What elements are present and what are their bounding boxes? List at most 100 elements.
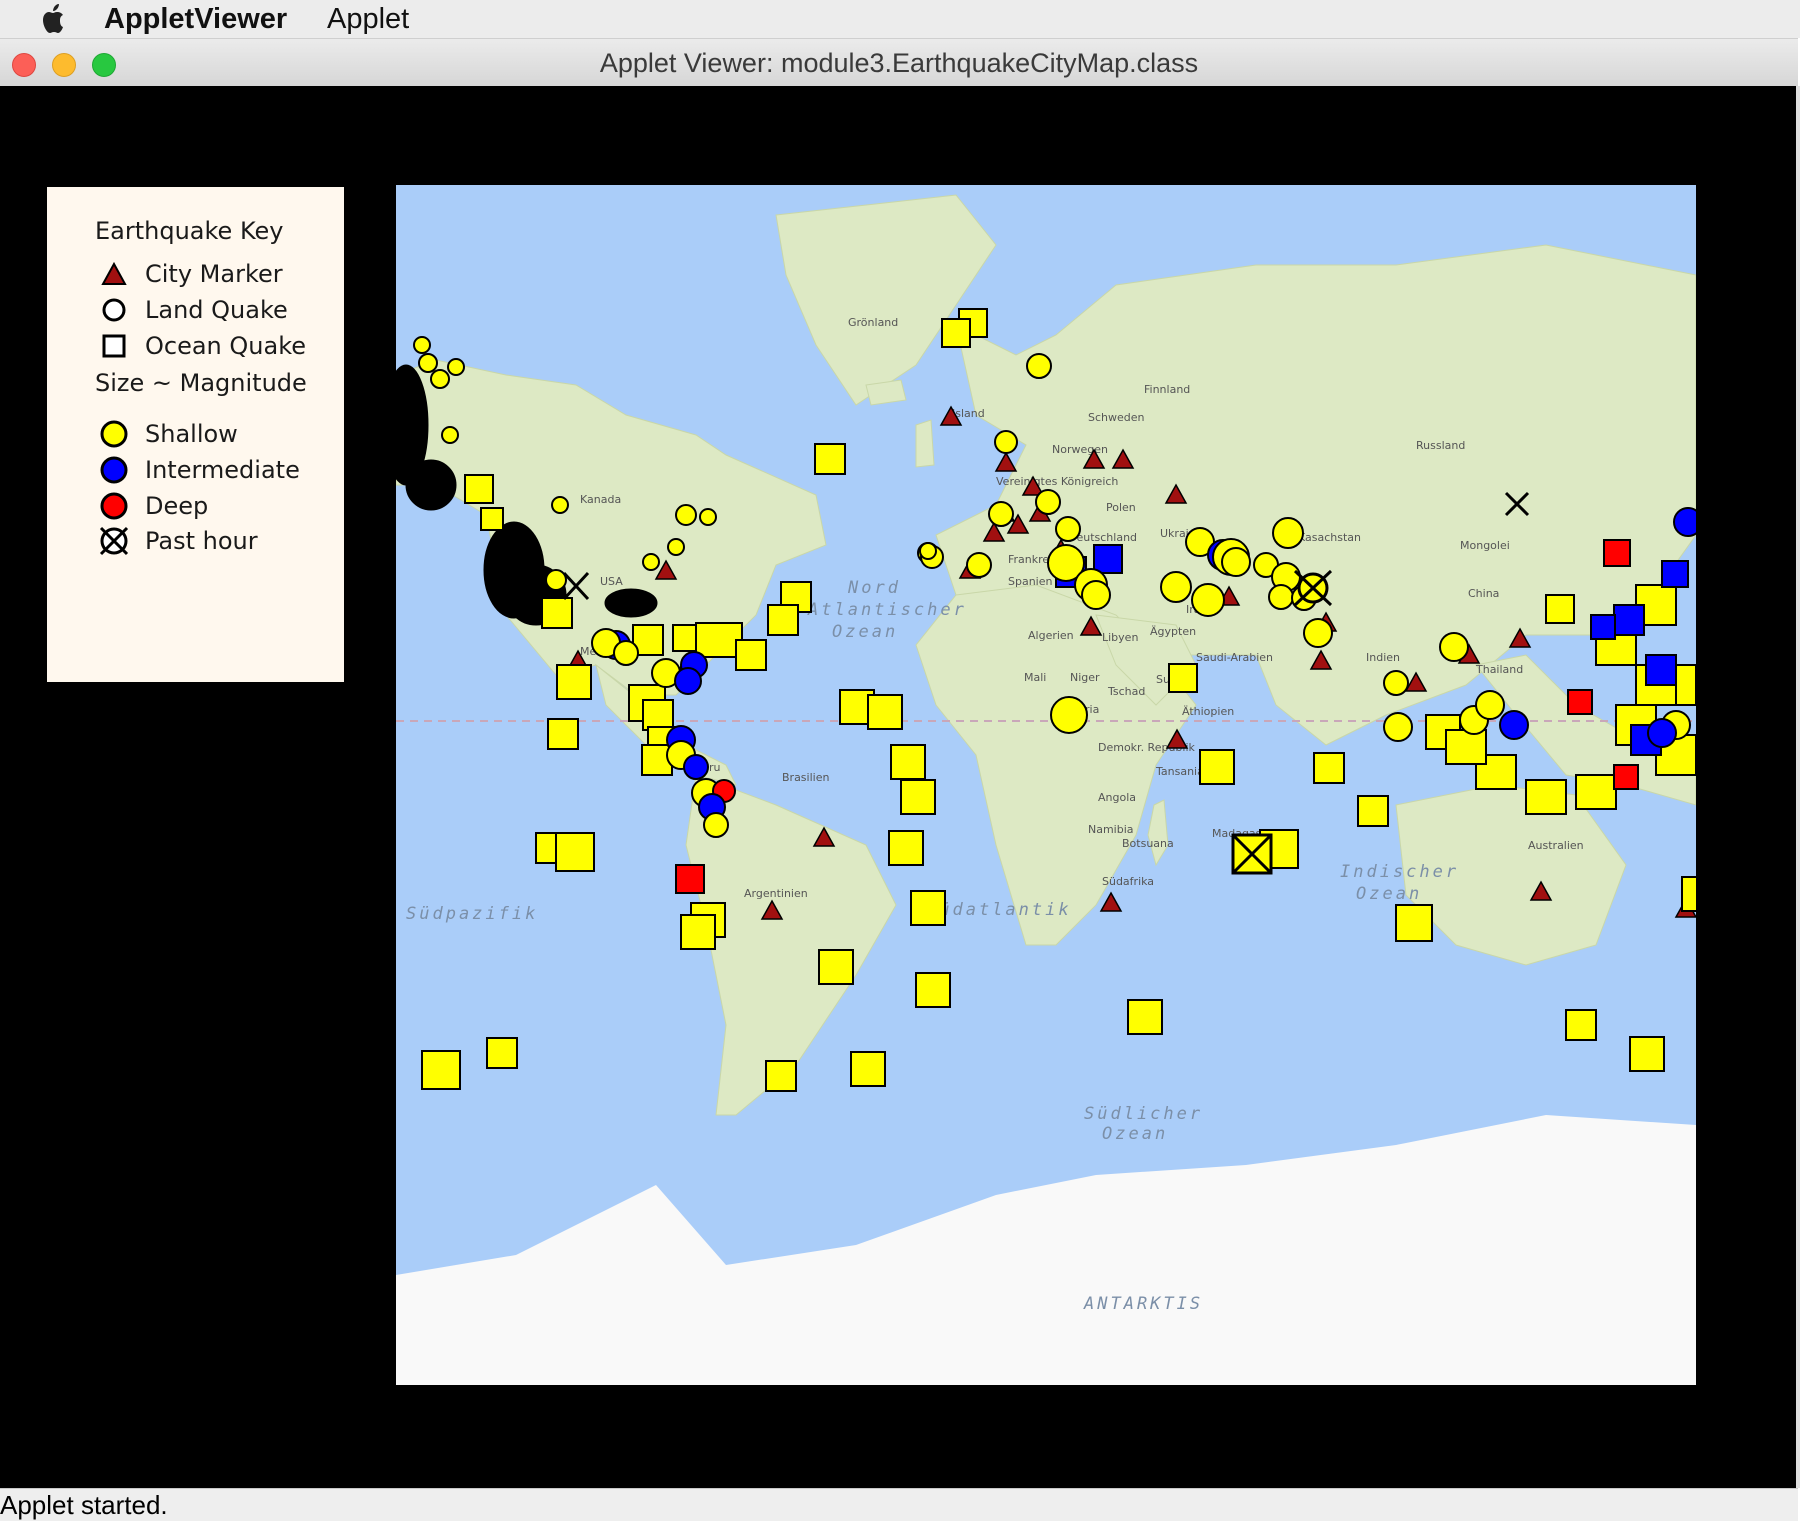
land-quake[interactable] bbox=[441, 426, 459, 444]
label-uk: Vereinigtes Königreich bbox=[996, 475, 1118, 488]
label-namibia: Namibia bbox=[1088, 823, 1134, 836]
ocean-quake[interactable] bbox=[900, 779, 936, 815]
ocean-quake[interactable] bbox=[1127, 999, 1163, 1035]
ocean-quake[interactable] bbox=[464, 474, 494, 504]
ocean-quake[interactable] bbox=[1567, 689, 1593, 715]
ocean-quake[interactable] bbox=[1629, 1036, 1665, 1072]
land-quake[interactable] bbox=[1055, 516, 1081, 542]
ocean-quake[interactable] bbox=[941, 318, 971, 348]
ocean-quake[interactable] bbox=[486, 1037, 518, 1069]
apple-logo-icon[interactable] bbox=[38, 2, 70, 36]
ocean-quake[interactable] bbox=[867, 694, 903, 730]
ocean-quake[interactable] bbox=[680, 914, 716, 950]
land-quake[interactable] bbox=[1035, 489, 1061, 515]
ocean-quake[interactable] bbox=[850, 1051, 886, 1087]
ocean-quake[interactable] bbox=[642, 699, 674, 731]
land-quake[interactable] bbox=[642, 553, 660, 571]
ocean-quake[interactable] bbox=[1525, 779, 1567, 815]
land-quake[interactable] bbox=[1439, 632, 1469, 662]
ocean-quake[interactable] bbox=[1313, 752, 1345, 784]
land-quake[interactable] bbox=[1026, 353, 1052, 379]
ocean-quake[interactable] bbox=[1575, 774, 1617, 810]
iceland-land bbox=[865, 379, 907, 406]
past-hour-marker[interactable] bbox=[1231, 833, 1273, 875]
past-hour-marker[interactable] bbox=[1293, 569, 1333, 607]
land-quake[interactable] bbox=[1383, 670, 1409, 696]
ocean-quake[interactable] bbox=[1093, 544, 1123, 574]
ocean-quake[interactable] bbox=[555, 832, 595, 872]
ocean-quake[interactable] bbox=[1445, 729, 1487, 765]
land-quake[interactable] bbox=[674, 667, 702, 695]
ocean-quake[interactable] bbox=[1199, 749, 1235, 785]
land-quake[interactable] bbox=[683, 754, 709, 780]
land-quake[interactable] bbox=[1268, 584, 1294, 610]
land-quake[interactable] bbox=[699, 508, 717, 526]
ocean-quake[interactable] bbox=[1545, 594, 1575, 624]
ocean-quake[interactable] bbox=[1395, 904, 1433, 942]
land-quake[interactable] bbox=[1499, 710, 1529, 740]
land-quake[interactable] bbox=[1673, 507, 1696, 537]
label-spain: Spanien bbox=[1008, 575, 1053, 588]
ocean-quake[interactable] bbox=[814, 443, 846, 475]
land-quake[interactable] bbox=[1647, 718, 1677, 748]
label-north-atlantic-2: Atlantischer bbox=[807, 600, 967, 620]
world-map[interactable]: Grönland Island Finnland Schweden Norweg… bbox=[396, 185, 1696, 1385]
land-quake[interactable] bbox=[1191, 583, 1225, 617]
ocean-quake[interactable] bbox=[547, 718, 579, 750]
land-quake[interactable] bbox=[418, 353, 438, 373]
land-quake[interactable] bbox=[447, 358, 465, 376]
ocean-quake[interactable] bbox=[556, 664, 592, 700]
menu-applet[interactable]: Applet bbox=[327, 1, 409, 37]
land-quake[interactable] bbox=[1383, 712, 1413, 742]
land-quake[interactable] bbox=[675, 504, 697, 526]
land-quake[interactable] bbox=[1050, 696, 1088, 734]
ocean-quake[interactable] bbox=[910, 890, 946, 926]
ocean-quake[interactable] bbox=[480, 507, 504, 531]
ocean-quake[interactable] bbox=[915, 972, 951, 1008]
ocean-quake[interactable] bbox=[1645, 654, 1677, 686]
ocean-quake[interactable] bbox=[767, 604, 799, 636]
ocean-quake[interactable] bbox=[1661, 560, 1689, 588]
land-quake[interactable] bbox=[667, 538, 685, 556]
ocean-quake[interactable] bbox=[1613, 764, 1639, 790]
ocean-quake[interactable] bbox=[421, 1050, 461, 1090]
land-quake[interactable] bbox=[703, 812, 729, 838]
land-quake[interactable] bbox=[1272, 517, 1304, 549]
applet-window: Applet Viewer: module3.EarthquakeCityMap… bbox=[0, 38, 1800, 1521]
ocean-quake[interactable] bbox=[1590, 614, 1616, 640]
land-quake[interactable] bbox=[1081, 580, 1111, 610]
label-north-atlantic-3: Ozean bbox=[832, 622, 898, 642]
ocean-quake[interactable] bbox=[818, 949, 854, 985]
legend-past-hour-label: Past hour bbox=[145, 527, 258, 555]
window-titlebar[interactable]: Applet Viewer: module3.EarthquakeCityMap… bbox=[0, 38, 1798, 88]
ocean-quake[interactable] bbox=[1357, 795, 1389, 827]
land-quake[interactable] bbox=[1221, 547, 1251, 577]
ocean-quake[interactable] bbox=[1681, 876, 1696, 912]
land-quake[interactable] bbox=[994, 430, 1018, 454]
land-quake[interactable] bbox=[551, 496, 569, 514]
label-finland: Finnland bbox=[1144, 383, 1190, 396]
land-quake[interactable] bbox=[966, 552, 992, 578]
ocean-quake[interactable] bbox=[1565, 1009, 1597, 1041]
land-quake[interactable] bbox=[613, 640, 639, 666]
ocean-quake[interactable] bbox=[888, 830, 924, 866]
ocean-quake[interactable] bbox=[735, 639, 767, 671]
land-quake[interactable] bbox=[1303, 618, 1333, 648]
land-quake[interactable] bbox=[413, 336, 431, 354]
ocean-quake[interactable] bbox=[1613, 604, 1645, 636]
land-quake[interactable] bbox=[430, 369, 450, 389]
land-quake[interactable] bbox=[988, 501, 1014, 527]
land-quake[interactable] bbox=[545, 569, 567, 591]
ocean-quake[interactable] bbox=[541, 597, 573, 629]
label-indian-1: Indischer bbox=[1340, 862, 1459, 882]
ocean-quake[interactable] bbox=[765, 1060, 797, 1092]
menu-app-name[interactable]: AppletViewer bbox=[104, 1, 287, 37]
ocean-quake[interactable] bbox=[1603, 539, 1631, 567]
ocean-quake[interactable] bbox=[675, 864, 705, 894]
land-quake[interactable] bbox=[1475, 690, 1505, 720]
ocean-quake[interactable] bbox=[890, 744, 926, 780]
applet-canvas[interactable]: Earthquake Key City Marker Land Quake Oc… bbox=[0, 86, 1796, 1488]
ocean-quake[interactable] bbox=[1168, 663, 1198, 693]
land-quake[interactable] bbox=[1160, 571, 1192, 603]
land-quake[interactable] bbox=[919, 542, 937, 560]
